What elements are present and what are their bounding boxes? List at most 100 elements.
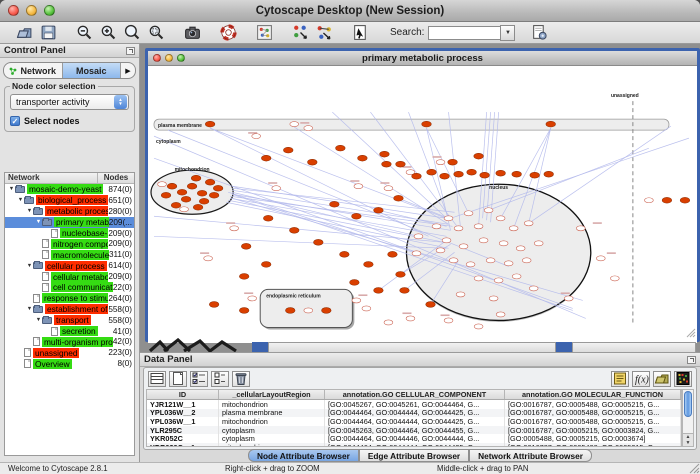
network-node[interactable] xyxy=(167,183,177,189)
network-node-outline[interactable] xyxy=(432,224,441,229)
network-node-outline[interactable] xyxy=(180,207,189,212)
network-node[interactable] xyxy=(352,213,362,219)
network-node[interactable] xyxy=(426,302,436,308)
network-node-outline[interactable] xyxy=(484,208,493,213)
network-node[interactable] xyxy=(512,171,522,177)
network-node-outline[interactable] xyxy=(516,246,525,251)
network-node-outline[interactable] xyxy=(304,126,313,131)
network-node[interactable] xyxy=(241,243,251,249)
twisty-open-icon[interactable]: ▼ xyxy=(26,208,33,214)
network-node-outline[interactable] xyxy=(412,251,421,256)
network-node[interactable] xyxy=(171,202,181,208)
window-resize-grip[interactable] xyxy=(686,328,696,338)
float-panel-icon[interactable] xyxy=(126,47,135,55)
background-window-fragment[interactable] xyxy=(268,342,556,352)
network-node-outline[interactable] xyxy=(512,274,521,279)
tree-row-transport[interactable]: ▼transport558(0) xyxy=(5,315,134,326)
tree-row-unassigned[interactable]: unassigned223(0) xyxy=(5,347,134,358)
tree-row-secretion[interactable]: secretion41(0) xyxy=(5,326,134,337)
network-node[interactable] xyxy=(261,261,271,267)
app-resize-grip[interactable] xyxy=(688,462,700,474)
delete-attribute-icon[interactable] xyxy=(232,371,250,387)
network-node-outline[interactable] xyxy=(644,198,653,203)
network-node[interactable] xyxy=(205,179,215,185)
tab-node-attribute-browser[interactable]: Node Attribute Browser xyxy=(248,449,359,462)
scrollbar-arrows[interactable]: ▲▼ xyxy=(683,433,693,446)
column-header-id[interactable]: ID xyxy=(147,390,219,399)
network-window-titlebar[interactable]: primary metabolic process xyxy=(148,51,697,66)
network-node-outline[interactable] xyxy=(576,226,585,231)
network-node[interactable] xyxy=(422,121,432,127)
network-node-outline[interactable] xyxy=(248,296,257,301)
new-attribute-icon[interactable] xyxy=(169,371,187,387)
network-node[interactable] xyxy=(374,288,384,294)
network-node[interactable] xyxy=(199,198,209,204)
tree-row-cell-communicat[interactable]: cell communicat22(0) xyxy=(5,282,134,293)
network-node-outline[interactable] xyxy=(158,182,167,187)
table-row[interactable]: YLR295Ccytoplasm[GO:0045263, GO:0044464,… xyxy=(147,426,681,435)
tab-network[interactable]: Network xyxy=(4,63,63,78)
network-edge[interactable] xyxy=(210,128,428,236)
network-node-outline[interactable] xyxy=(406,316,415,321)
network-node[interactable] xyxy=(662,197,672,203)
network-node[interactable] xyxy=(474,153,484,159)
network-node-outline[interactable] xyxy=(496,216,505,221)
tree-col-nodes[interactable]: Nodes xyxy=(98,173,134,183)
help-icon[interactable] xyxy=(216,23,240,43)
network-node-outline[interactable] xyxy=(454,226,463,231)
network-node-outline[interactable] xyxy=(442,238,451,243)
import-attributes-icon[interactable] xyxy=(653,371,671,387)
network-node[interactable] xyxy=(340,251,350,257)
twisty-open-icon[interactable]: ▼ xyxy=(26,263,33,269)
network-node[interactable] xyxy=(358,155,368,161)
network-node-outline[interactable] xyxy=(496,312,505,317)
network-node[interactable] xyxy=(400,288,410,294)
network-node[interactable] xyxy=(239,273,249,279)
annotation-select-icon[interactable] xyxy=(348,23,372,43)
search-dropdown-button[interactable]: ▼ xyxy=(500,25,515,41)
tree-row-establishment-of-lo[interactable]: ▼establishment of lo558(0) xyxy=(5,304,134,315)
network-node[interactable] xyxy=(396,271,406,277)
network-node-outline[interactable] xyxy=(230,226,239,231)
network-node[interactable] xyxy=(263,215,273,221)
network-node-outline[interactable] xyxy=(449,258,458,263)
network-node[interactable] xyxy=(396,161,406,167)
network-node[interactable] xyxy=(261,155,271,161)
network-node[interactable] xyxy=(336,145,346,151)
network-node-outline[interactable] xyxy=(362,306,371,311)
table-row[interactable]: YPL036W__1mitochondrion[GO:0044464, GO:0… xyxy=(147,417,681,426)
network-node-outline[interactable] xyxy=(474,324,483,329)
network-node-outline[interactable] xyxy=(459,244,468,249)
network-node[interactable] xyxy=(496,170,506,176)
zoom-out-icon[interactable] xyxy=(72,23,96,43)
network-node[interactable] xyxy=(380,151,390,157)
network-node[interactable] xyxy=(285,308,295,314)
network-node[interactable] xyxy=(283,147,293,153)
twisty-open-icon[interactable]: ▼ xyxy=(26,306,33,312)
network-node-outline[interactable] xyxy=(499,241,508,246)
network-edge[interactable] xyxy=(294,127,448,224)
network-node-outline[interactable] xyxy=(474,224,483,229)
network-node-outline[interactable] xyxy=(596,256,605,261)
tree-row-biological-process[interactable]: ▼biological_process651(0) xyxy=(5,195,134,206)
select-nodes-checkbox[interactable]: ✓ xyxy=(10,116,20,126)
network-canvas[interactable]: plasma membranecytoplasmmitochondrionnuc… xyxy=(148,66,697,343)
network-node[interactable] xyxy=(322,308,332,314)
table-scrollbar[interactable]: ▲▼ xyxy=(682,389,694,447)
tree-row-metabolic-process[interactable]: ▼metabolic process280(0) xyxy=(5,206,134,217)
network-node[interactable] xyxy=(313,239,323,245)
tree-row-mosaic-demo-yeast[interactable]: ▼mosaic-demo-yeast874(0) xyxy=(5,184,134,195)
tree-row-multi-organism-pro[interactable]: multi-organism pro42(0) xyxy=(5,336,134,347)
table-row[interactable]: YDR039C__1mitochondrion[GO:0044464, GO:0… xyxy=(147,443,681,447)
attribute-table-icon[interactable] xyxy=(148,371,166,387)
scrollbar-thumb[interactable] xyxy=(684,391,692,417)
network-node-outline[interactable] xyxy=(272,186,281,191)
twisty-open-icon[interactable]: ▼ xyxy=(8,186,15,192)
tree-row-nucleobase-[interactable]: nucleobase-209(0) xyxy=(5,228,134,239)
import-node-attributes-icon[interactable] xyxy=(288,23,312,43)
zoom-in-icon[interactable] xyxy=(96,23,120,43)
network-node[interactable] xyxy=(197,190,207,196)
network-node[interactable] xyxy=(191,175,201,181)
function-builder-icon[interactable]: f(x) xyxy=(632,371,650,387)
network-node[interactable] xyxy=(193,204,203,210)
